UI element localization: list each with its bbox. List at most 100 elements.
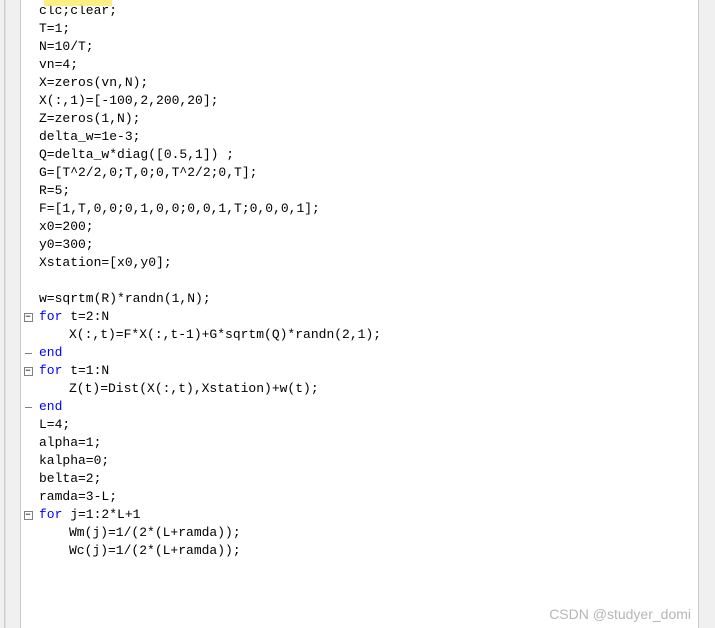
gutter-row <box>21 470 35 488</box>
fold-minus-icon[interactable]: − <box>24 367 33 376</box>
gutter-row <box>21 2 35 20</box>
text-token: F=[1,T,0,0;0,1,0,0;0,0,1,T;0,0,0,1]; <box>39 201 320 216</box>
code-line[interactable]: for t=2:N <box>39 308 698 326</box>
fold-minus-icon[interactable]: − <box>24 511 33 520</box>
code-line[interactable]: ramda=3-L; <box>39 488 698 506</box>
code-line[interactable]: L=4; <box>39 416 698 434</box>
code-line[interactable]: x0=200; <box>39 218 698 236</box>
text-token: t=2:N <box>62 309 109 324</box>
code-line[interactable]: R=5; <box>39 182 698 200</box>
gutter-row <box>21 398 35 416</box>
gutter-row <box>21 326 35 344</box>
gutter-row: − <box>21 506 35 524</box>
text-token: x0=200; <box>39 219 94 234</box>
gutter-row <box>21 416 35 434</box>
text-token: alpha=1; <box>39 435 101 450</box>
gutter-row <box>21 380 35 398</box>
code-line[interactable]: clc;clear; <box>39 2 698 20</box>
text-token: clc;clear; <box>39 3 117 18</box>
text-token: w=sqrtm(R)*randn(1,N); <box>39 291 211 306</box>
text-token: j=1:2*L+1 <box>62 507 140 522</box>
gutter-row: − <box>21 362 35 380</box>
code-line[interactable]: Z=zeros(1,N); <box>39 110 698 128</box>
text-token: N=10/T; <box>39 39 94 54</box>
code-line[interactable]: vn=4; <box>39 56 698 74</box>
code-line[interactable]: kalpha=0; <box>39 452 698 470</box>
text-token: G=[T^2/2,0;T,0;0,T^2/2;0,T]; <box>39 165 257 180</box>
text-token: Wc(j)=1/(2*(L+ramda)); <box>69 543 241 558</box>
text-token: Z(t)=Dist(X(:,t),Xstation)+w(t); <box>69 381 319 396</box>
text-token: belta=2; <box>39 471 101 486</box>
gutter-row <box>21 542 35 560</box>
code-line[interactable]: belta=2; <box>39 470 698 488</box>
gutter-row <box>21 182 35 200</box>
text-token: Z=zeros(1,N); <box>39 111 140 126</box>
gutter-row <box>21 290 35 308</box>
code-line[interactable]: w=sqrtm(R)*randn(1,N); <box>39 290 698 308</box>
fold-end-icon <box>25 407 32 408</box>
gutter-row <box>21 20 35 38</box>
fold-gutter: − − − <box>21 0 35 628</box>
text-token: delta_w=1e-3; <box>39 129 140 144</box>
code-line[interactable]: Wm(j)=1/(2*(L+ramda)); <box>39 524 698 542</box>
keyword-token: end <box>39 345 62 360</box>
gutter-row <box>21 128 35 146</box>
scrollbar-left[interactable] <box>5 0 21 628</box>
code-line[interactable]: X(:,1)=[-100,2,200,20]; <box>39 92 698 110</box>
text-token: X=zeros(vn,N); <box>39 75 148 90</box>
fold-minus-icon[interactable]: − <box>24 313 33 322</box>
gutter-row <box>21 146 35 164</box>
gutter-row <box>21 164 35 182</box>
text-token: vn=4; <box>39 57 78 72</box>
code-area[interactable]: clc;clear; T=1; N=10/T; vn=4; X=zeros(vn,N);… <box>35 0 699 628</box>
scrollbar-right[interactable] <box>699 0 715 628</box>
code-line[interactable]: delta_w=1e-3; <box>39 128 698 146</box>
text-token: Q=delta_w*diag([0.5,1]) ; <box>39 147 234 162</box>
text-token: Xstation=[x0,y0]; <box>39 255 172 270</box>
code-line[interactable]: for j=1:2*L+1 <box>39 506 698 524</box>
code-editor: − − − clc;clear; T=1; N=10/T; vn=4; X=zeros(vn… <box>0 0 715 628</box>
gutter-row <box>21 236 35 254</box>
code-line[interactable]: end <box>39 344 698 362</box>
code-line[interactable]: T=1; <box>39 20 698 38</box>
gutter-row <box>21 38 35 56</box>
code-line[interactable] <box>39 272 698 290</box>
keyword-token: for <box>39 363 62 378</box>
code-line[interactable]: y0=300; <box>39 236 698 254</box>
gutter-row <box>21 434 35 452</box>
text-token: y0=300; <box>39 237 94 252</box>
keyword-token: for <box>39 309 62 324</box>
code-line[interactable]: X(:,t)=F*X(:,t-1)+G*sqrtm(Q)*randn(2,1); <box>39 326 698 344</box>
gutter-row <box>21 200 35 218</box>
code-line[interactable]: Wc(j)=1/(2*(L+ramda)); <box>39 542 698 560</box>
keyword-token: for <box>39 507 62 522</box>
gutter-row <box>21 488 35 506</box>
gutter-row <box>21 110 35 128</box>
text-token: T=1; <box>39 21 70 36</box>
gutter-row <box>21 56 35 74</box>
text-token: ramda=3-L; <box>39 489 117 504</box>
code-line[interactable]: Q=delta_w*diag([0.5,1]) ; <box>39 146 698 164</box>
code-line[interactable]: alpha=1; <box>39 434 698 452</box>
gutter-row <box>21 272 35 290</box>
gutter-row <box>21 74 35 92</box>
code-line[interactable]: Xstation=[x0,y0]; <box>39 254 698 272</box>
gutter-row <box>21 218 35 236</box>
text-token: X(:,t)=F*X(:,t-1)+G*sqrtm(Q)*randn(2,1); <box>69 327 381 342</box>
gutter-row: − <box>21 308 35 326</box>
code-line[interactable]: for t=1:N <box>39 362 698 380</box>
text-token: kalpha=0; <box>39 453 109 468</box>
code-line[interactable]: end <box>39 398 698 416</box>
keyword-token: end <box>39 399 62 414</box>
text-token: X(:,1)=[-100,2,200,20]; <box>39 93 218 108</box>
code-line[interactable]: F=[1,T,0,0;0,1,0,0;0,0,1,T;0,0,0,1]; <box>39 200 698 218</box>
gutter-row <box>21 344 35 362</box>
code-line[interactable]: Z(t)=Dist(X(:,t),Xstation)+w(t); <box>39 380 698 398</box>
text-token: R=5; <box>39 183 70 198</box>
code-line[interactable]: X=zeros(vn,N); <box>39 74 698 92</box>
gutter-row <box>21 524 35 542</box>
text-token: Wm(j)=1/(2*(L+ramda)); <box>69 525 241 540</box>
code-line[interactable]: G=[T^2/2,0;T,0;0,T^2/2;0,T]; <box>39 164 698 182</box>
text-token: t=1:N <box>62 363 109 378</box>
code-line[interactable]: N=10/T; <box>39 38 698 56</box>
